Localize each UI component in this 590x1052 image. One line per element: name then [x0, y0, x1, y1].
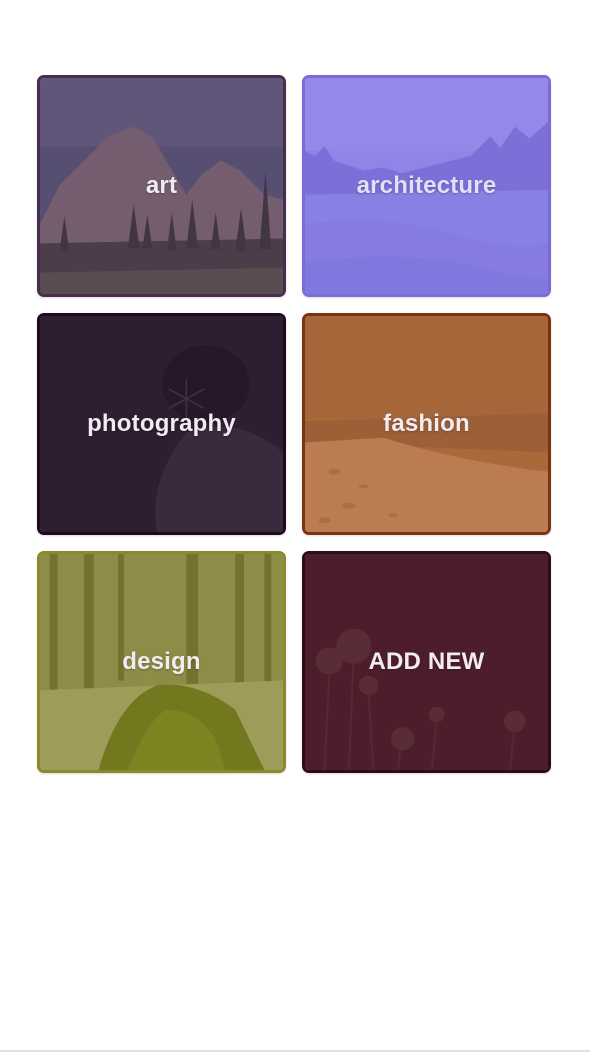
category-grid: art architecture photography fashion des…: [37, 75, 551, 773]
category-tile-design[interactable]: design: [37, 551, 286, 773]
category-label: photography: [87, 410, 236, 437]
category-label: fashion: [383, 410, 470, 437]
category-tile-architecture[interactable]: architecture: [302, 75, 551, 297]
add-new-label: ADD NEW: [368, 648, 485, 675]
category-tile-art[interactable]: art: [37, 75, 286, 297]
add-new-tile[interactable]: ADD NEW: [302, 551, 551, 773]
category-label: design: [122, 648, 201, 675]
category-label: art: [145, 172, 178, 199]
category-tile-fashion[interactable]: fashion: [302, 313, 551, 535]
category-tile-photography[interactable]: photography: [37, 313, 286, 535]
category-label: architecture: [356, 172, 497, 199]
